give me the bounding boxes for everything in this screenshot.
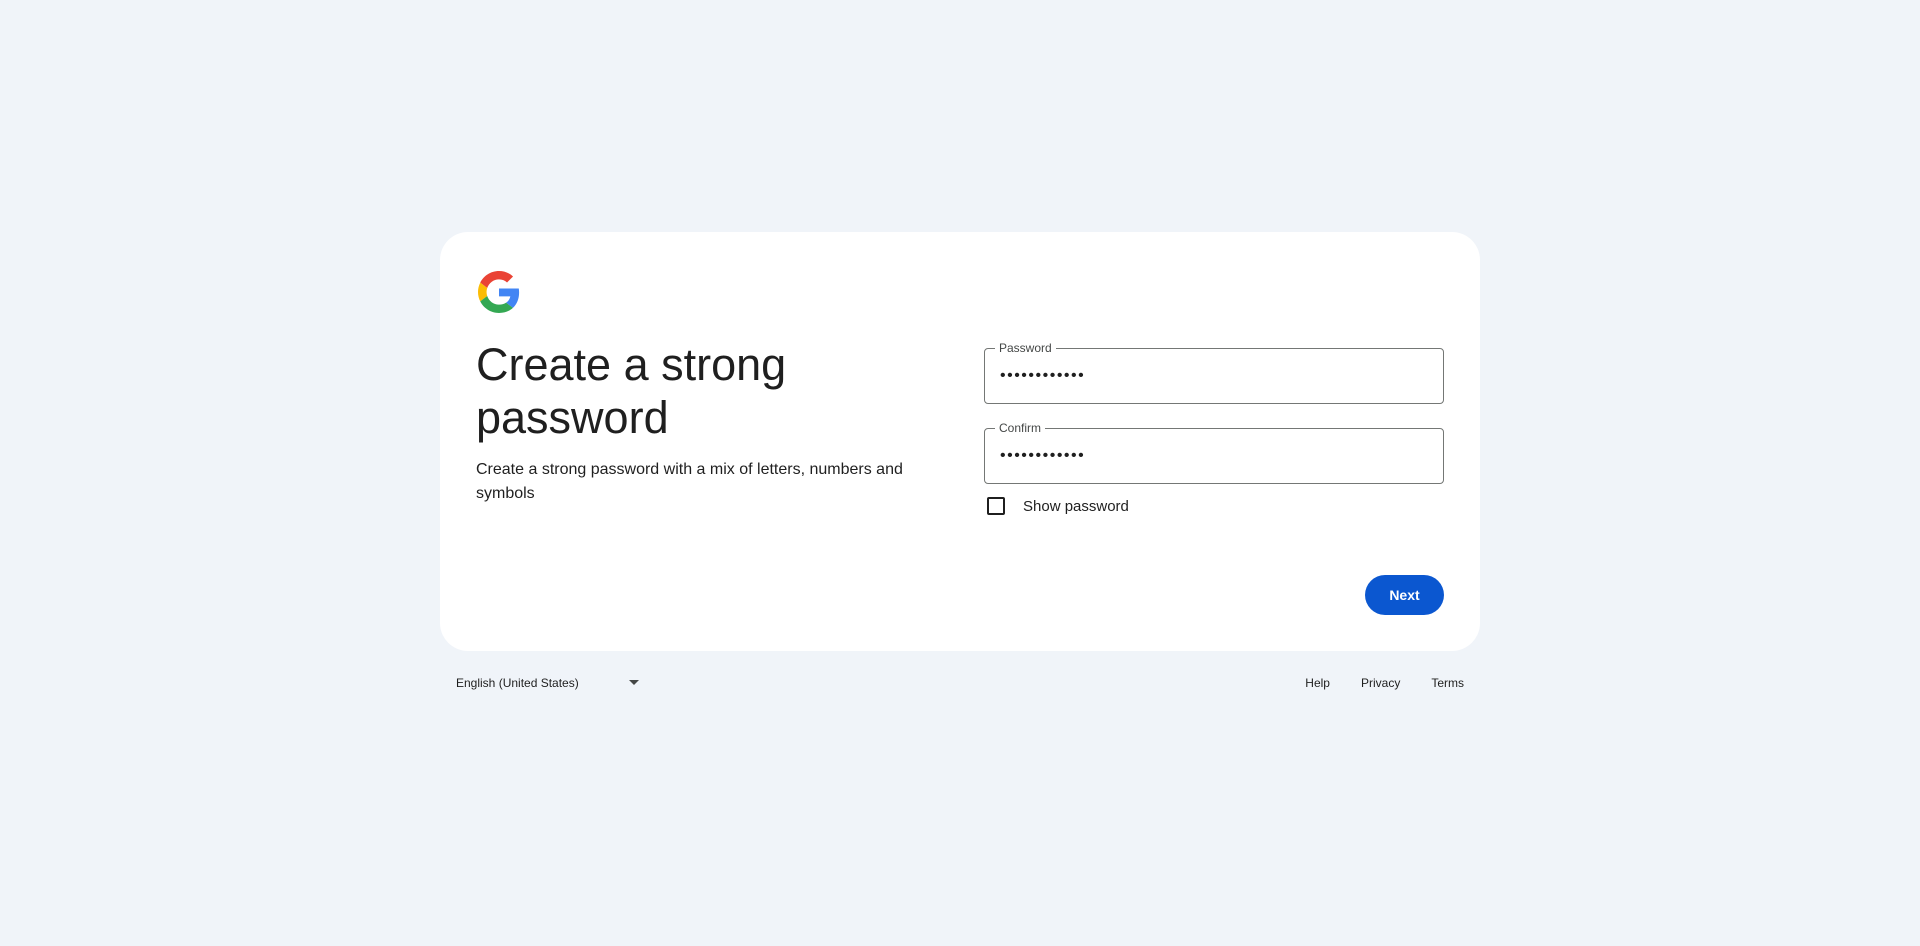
password-input-value[interactable]: •••••••••••• — [1000, 349, 1085, 403]
privacy-link[interactable]: Privacy — [1361, 676, 1400, 690]
language-selector[interactable]: English (United States) — [456, 671, 639, 695]
page-title: Create a strong password — [476, 339, 787, 443]
show-password-label[interactable]: Show password — [1023, 498, 1129, 515]
page-subtitle: Create a strong password with a mix of l… — [476, 461, 903, 502]
signup-card: Create a strong password Create a strong… — [440, 232, 1480, 651]
next-button[interactable]: Next — [1365, 575, 1444, 615]
help-link[interactable]: Help — [1305, 676, 1330, 690]
language-selector-label[interactable]: English (United States) — [456, 676, 579, 690]
confirm-password-field[interactable]: Confirm •••••••••••• — [984, 421, 1444, 484]
confirm-input-value[interactable]: •••••••••••• — [1000, 429, 1085, 483]
terms-link[interactable]: Terms — [1431, 676, 1464, 690]
caret-down-icon[interactable] — [629, 680, 639, 685]
password-field[interactable]: Password •••••••••••• — [984, 341, 1444, 404]
show-password-checkbox[interactable] — [987, 497, 1005, 515]
google-g-icon — [478, 271, 520, 313]
footer: English (United States) Help Privacy Ter… — [440, 671, 1480, 695]
footer-links: Help Privacy Terms — [1274, 671, 1464, 695]
show-password-toggle[interactable]: Show password — [984, 492, 1129, 520]
